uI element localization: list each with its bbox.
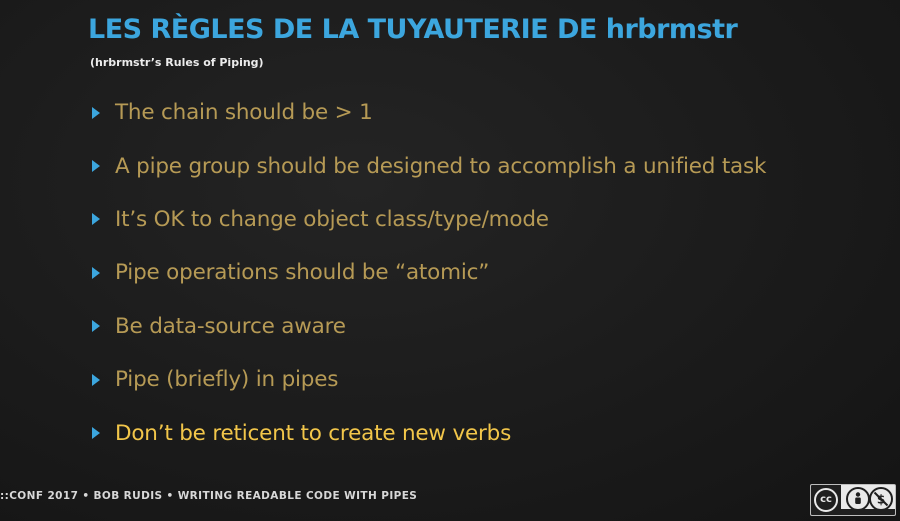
bullet-arrow-icon [92, 266, 100, 279]
bullet-text: Don’t be reticent to create new verbs [115, 420, 512, 446]
bullet-arrow-icon [92, 106, 100, 119]
bullet-list: The chain should be > 1 A pipe group sho… [92, 86, 766, 460]
cc-license-badge: cc $ [810, 484, 896, 516]
list-item: A pipe group should be designed to accom… [92, 139, 766, 192]
list-item: Be data-source aware [92, 300, 766, 353]
bullet-arrow-icon [92, 160, 100, 173]
bullet-arrow-icon [92, 373, 100, 386]
cc-icon: cc [814, 488, 838, 512]
cc-badge-strip [841, 509, 895, 515]
person-icon-svg [855, 492, 861, 504]
cc-badge-left: cc [811, 485, 841, 515]
list-item: Don’t be reticent to create new verbs [92, 406, 766, 459]
slide-footer: ::CONF 2017 • BOB RUDIS • WRITING READAB… [0, 490, 418, 502]
person-icon [846, 487, 870, 511]
bullet-arrow-icon [92, 320, 100, 333]
slide-title: LES RÈGLES DE LA TUYAUTERIE DE hrbrmstr [88, 14, 738, 45]
list-item: Pipe operations should be “atomic” [92, 246, 766, 299]
bullet-text: A pipe group should be designed to accom… [115, 153, 767, 179]
list-item: The chain should be > 1 [92, 86, 766, 139]
bullet-text: Pipe (briefly) in pipes [115, 367, 339, 393]
bullet-text: The chain should be > 1 [115, 100, 373, 126]
no-dollar-icon: $ [869, 487, 893, 511]
slide-subtitle: (hrbrmstr’s Rules of Piping) [90, 56, 264, 69]
bullet-text: Be data-source aware [115, 313, 346, 339]
no-dollar-icon-svg: $ [873, 491, 889, 507]
bullet-text: Pipe operations should be “atomic” [115, 260, 490, 286]
bullet-arrow-icon [92, 213, 100, 226]
list-item: Pipe (briefly) in pipes [92, 353, 766, 406]
list-item: It’s OK to change object class/type/mode [92, 193, 766, 246]
slide: LES RÈGLES DE LA TUYAUTERIE DE hrbrmstr … [0, 0, 900, 521]
bullet-arrow-icon [92, 427, 100, 440]
bullet-text: It’s OK to change object class/type/mode [115, 206, 549, 232]
